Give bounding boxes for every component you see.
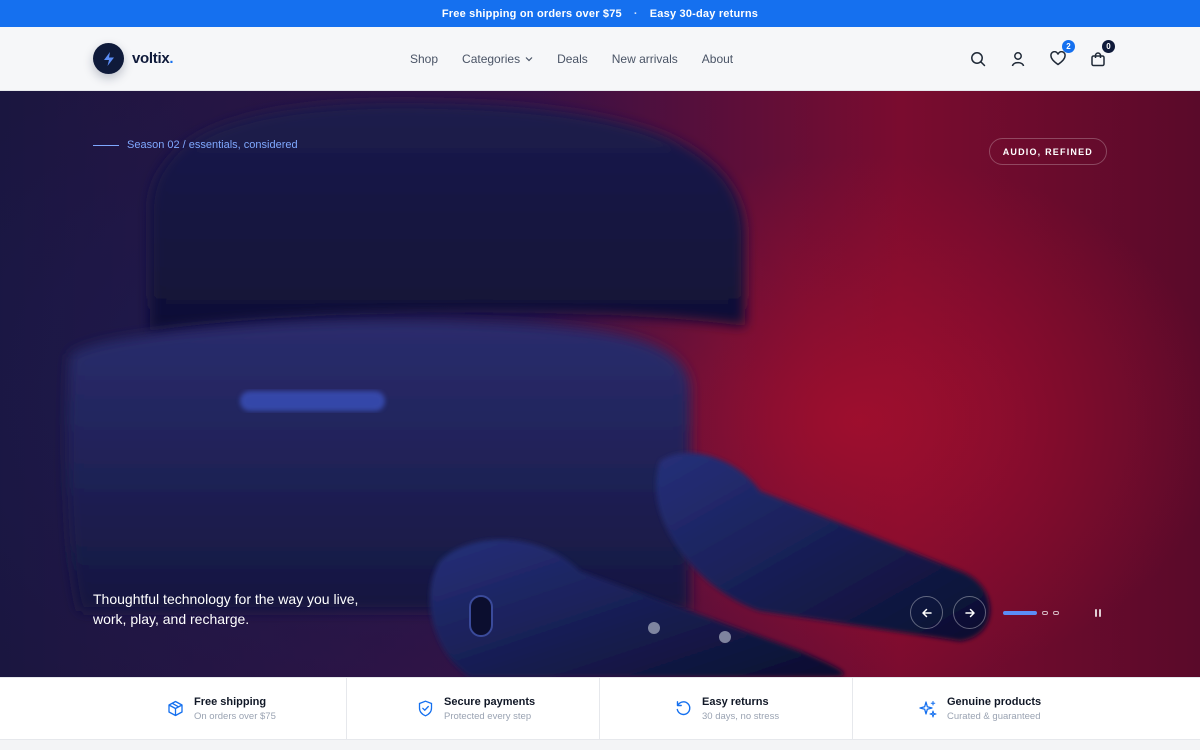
slide-dot-1[interactable] (1003, 610, 1037, 615)
feature-title: Free shipping (194, 695, 267, 708)
feature-title: Easy returns (702, 695, 769, 708)
next-slide-button[interactable] (953, 596, 986, 629)
cart-count-badge: 0 (1102, 39, 1115, 53)
search-icon (971, 51, 986, 66)
logo[interactable]: voltix. (93, 43, 174, 74)
heart-icon (1050, 51, 1066, 66)
nav-about[interactable]: About (702, 52, 733, 66)
bolt-icon (93, 43, 124, 74)
hero-banner: Season 02 / essentials, considered AUDIO… (0, 91, 1200, 677)
account-button[interactable] (1009, 50, 1027, 68)
nav-shop[interactable]: Shop (410, 52, 438, 66)
nav-categories[interactable]: Categories (462, 52, 533, 66)
announcement-bar: Free shipping on orders over $75 · Easy … (0, 0, 1200, 27)
nav-deals[interactable]: Deals (557, 52, 588, 66)
feature-subtitle: 30 days, no stress (702, 710, 780, 722)
feature-title: Genuine products (947, 695, 1042, 708)
arrow-right-icon (964, 608, 975, 617)
pause-icon (1095, 608, 1097, 617)
feature-free-shipping: Free shipping On orders over $75 (0, 678, 347, 739)
feature-secure-payments: Secure payments Protected every step (347, 678, 600, 739)
eyebrow-text: Season 02 / essentials, considered (127, 139, 298, 151)
feature-subtitle: Protected every step (444, 710, 532, 722)
refresh-icon (674, 700, 692, 718)
cart-button[interactable]: 0 (1089, 39, 1115, 68)
feature-title: Secure payments (444, 695, 536, 708)
feature-subtitle: Curated & guaranteed (947, 710, 1041, 722)
slide-indicators (1003, 610, 1059, 615)
announcement-shipping: Free shipping on orders over $75 (441, 7, 622, 20)
header-actions: 2 0 (969, 27, 1115, 90)
hero-tagline: Thoughtful technology for the way you li… (93, 591, 359, 627)
package-icon (166, 700, 184, 718)
search-button[interactable] (969, 50, 987, 68)
arrow-left-icon (921, 608, 932, 617)
pause-button[interactable] (1095, 608, 1101, 617)
shield-check-icon (416, 700, 434, 718)
announcement-returns: Easy 30-day returns (649, 7, 759, 20)
shopping-bag-icon (1091, 51, 1105, 66)
chevron-down-icon (525, 56, 533, 61)
feature-genuine-products: Genuine products Curated & guaranteed (853, 678, 1200, 739)
slide-dot-2[interactable] (1042, 610, 1048, 615)
slide-dot-3[interactable] (1053, 610, 1059, 615)
brand-name: voltix. (132, 50, 174, 67)
eyebrow-line (93, 144, 119, 146)
nav-new-arrivals[interactable]: New arrivals (612, 52, 678, 66)
carousel-controls (910, 596, 1101, 629)
user-icon (1011, 51, 1025, 66)
feature-subtitle: On orders over $75 (194, 710, 276, 722)
announcement-separator: · (633, 7, 638, 20)
prev-slide-button[interactable] (910, 596, 943, 629)
feature-strip: Free shipping On orders over $75 Secure … (0, 677, 1200, 740)
category-pill: AUDIO, REFINED (988, 138, 1107, 165)
wishlist-count-badge: 2 (1062, 39, 1075, 53)
sparkle-icon (919, 700, 937, 718)
site-header: voltix. Shop Categories Deals New arriva… (0, 27, 1200, 91)
hero-eyebrow: Season 02 / essentials, considered (93, 139, 298, 151)
wishlist-button[interactable]: 2 (1049, 39, 1075, 68)
feature-easy-returns: Easy returns 30 days, no stress (600, 678, 853, 739)
main-nav: Shop Categories Deals New arrivals About (410, 27, 733, 90)
